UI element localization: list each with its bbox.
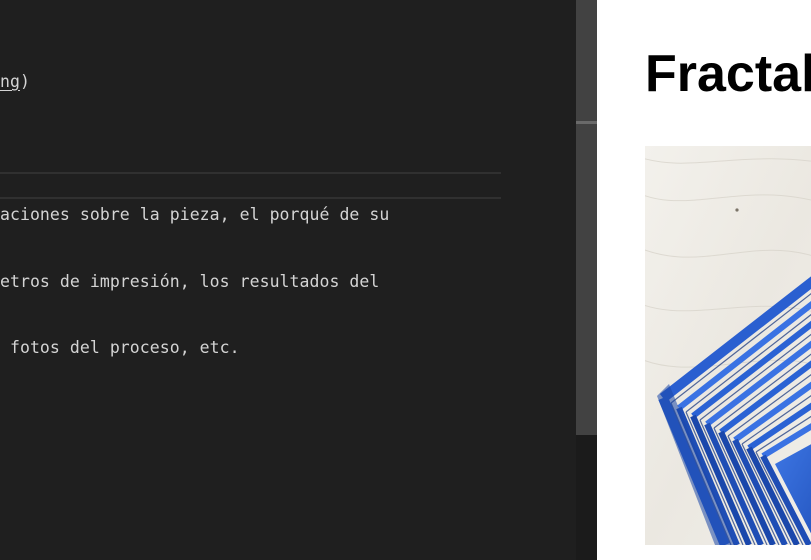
editor-line-text: aciones sobre la pieza, el porqué de su bbox=[0, 205, 390, 224]
editor-scrollbar-thumb[interactable] bbox=[576, 0, 597, 435]
editor-line-text: fotos del proceso, etc. bbox=[0, 338, 240, 357]
preview-title: Fractal bbox=[645, 45, 811, 103]
editor-line[interactable]: fotos del proceso, etc. bbox=[0, 334, 389, 363]
editor-scrollbar-marker bbox=[576, 121, 597, 124]
blue-3d-printed-fractal-photo-icon bbox=[645, 146, 811, 545]
editor-line-rule bbox=[0, 172, 501, 174]
editor-link-text: ng bbox=[0, 72, 20, 91]
editor-line-rule bbox=[0, 197, 501, 199]
editor-line[interactable]: etros de impresión, los resultados del bbox=[0, 268, 389, 297]
editor-line[interactable] bbox=[0, 135, 389, 164]
editor-text[interactable]: ng) aciones sobre la pieza, el porqué de… bbox=[0, 30, 389, 401]
preview-pane[interactable]: Fractal bbox=[597, 0, 811, 560]
editor-line-text: etros de impresión, los resultados del bbox=[0, 271, 380, 291]
editor-line[interactable]: ng) bbox=[0, 68, 389, 97]
markdown-editor-app: ng) aciones sobre la pieza, el porqué de… bbox=[0, 0, 811, 560]
editor-line[interactable]: aciones sobre la pieza, el porqué de su bbox=[0, 201, 389, 230]
editor-line-text: ) bbox=[19, 72, 30, 91]
editor-pane[interactable]: ng) aciones sobre la pieza, el porqué de… bbox=[0, 0, 576, 560]
fractal-photo bbox=[645, 146, 811, 545]
